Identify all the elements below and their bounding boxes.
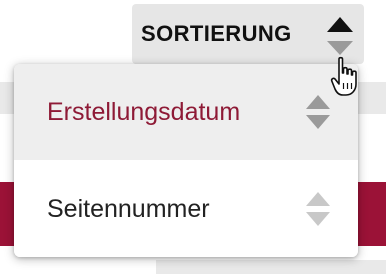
sort-option-erstellungsdatum[interactable]: Erstellungsdatum (14, 64, 358, 160)
sort-button-label: SORTIERUNG (141, 21, 292, 46)
sort-option-label: Seitennummer (47, 194, 210, 223)
hand-pointer-icon (330, 56, 357, 96)
sort-ui-stage: SORTIERUNG Erstellungsdatum Seitennummer (0, 0, 386, 274)
sort-dropdown-menu: Erstellungsdatum Seitennummer (14, 64, 358, 257)
sort-option-seitennummer[interactable]: Seitennummer (14, 161, 358, 257)
sort-arrows-icon (327, 17, 353, 55)
sort-option-label: Erstellungsdatum (47, 97, 241, 126)
sort-arrows-icon (306, 192, 330, 226)
sort-arrows-icon (306, 95, 330, 129)
sort-button[interactable]: SORTIERUNG (132, 4, 364, 64)
background-row (156, 260, 386, 274)
